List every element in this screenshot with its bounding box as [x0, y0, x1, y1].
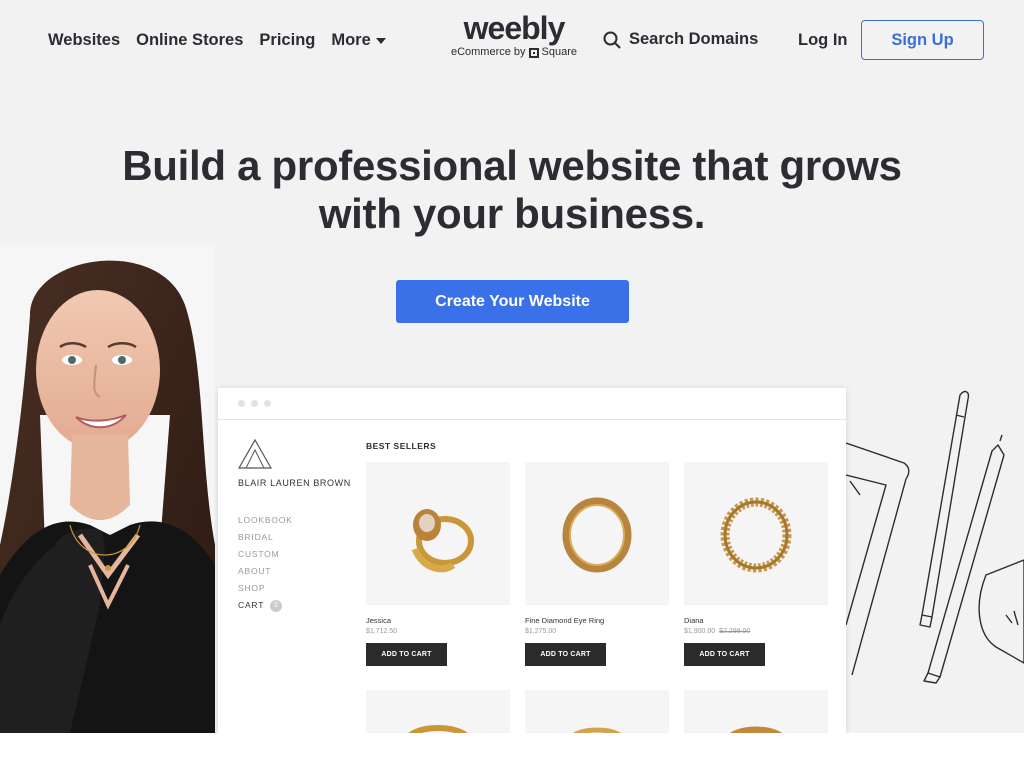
product-price-current: $1,900.00 [684, 628, 716, 635]
menu-cart-label[interactable]: CART [238, 597, 264, 614]
menu-item-shop[interactable]: SHOP [238, 580, 293, 597]
add-to-cart-button[interactable]: ADD TO CART [684, 643, 765, 666]
hero-title-line1: Build a professional website that grows [122, 142, 902, 189]
window-dots-icon [238, 400, 271, 407]
product-price-current: $1,712.50 [366, 628, 398, 635]
logo-subline: eCommerce by Square [449, 46, 579, 59]
product-image[interactable] [684, 462, 828, 605]
search-icon [603, 31, 621, 49]
product-price: $1,900.00 $2,299.00 [684, 628, 828, 635]
menu-custom-label[interactable]: CUSTOM [238, 546, 279, 563]
menu-item-bridal[interactable]: BRIDAL [238, 529, 293, 546]
gold-ring-icon [720, 497, 792, 572]
chevron-down-icon [375, 37, 386, 44]
product-price: $1,275.00 [525, 628, 669, 635]
menu-item-cart[interactable]: CART 2 [238, 597, 293, 614]
menu-lookbook-label[interactable]: LOOKBOOK [238, 512, 293, 529]
product-price-old: $2,299.00 [719, 628, 751, 635]
menu-shop-label[interactable]: SHOP [238, 580, 265, 597]
product-price-current: $1,275.00 [525, 628, 557, 635]
woman-portrait-image [0, 260, 215, 733]
search-domains-label[interactable]: Search Domains [629, 30, 758, 49]
gold-ring-icon [729, 726, 783, 733]
gold-ring-icon [573, 727, 621, 733]
logo-sub-suffix: Square [541, 46, 578, 58]
create-website-label[interactable]: Create Your Website [435, 293, 590, 311]
product-image[interactable] [684, 690, 828, 733]
logo-wordmark[interactable]: weebly [449, 10, 579, 46]
desk-illustration [846, 385, 1024, 733]
logo-sub-prefix: eCommerce by [450, 46, 526, 58]
nav-online-stores[interactable]: Online Stores [136, 31, 243, 50]
product-card[interactable]: Fine Diamond Eye Ring $1,275.00 ADD TO C… [525, 462, 669, 666]
menu-item-custom[interactable]: CUSTOM [238, 546, 293, 563]
store-mockup: BLAIR LAUREN BROWN LOOKBOOK BRIDAL CUSTO… [218, 388, 846, 733]
cart-count-badge: 2 [270, 599, 283, 612]
menu-item-about[interactable]: ABOUT [238, 563, 293, 580]
gold-ring-icon [408, 725, 468, 733]
hero-title: Build a professional website that grows … [0, 142, 1024, 238]
product-image[interactable] [366, 462, 510, 605]
login-link[interactable]: Log In [798, 31, 847, 50]
add-to-cart-label[interactable]: ADD TO CART [540, 651, 590, 658]
create-website-button[interactable]: Create Your Website [396, 280, 629, 323]
product-price: $1,712.50 [366, 628, 510, 635]
square-logo-icon [528, 47, 539, 58]
signup-button[interactable]: Sign Up [861, 20, 984, 60]
add-to-cart-label[interactable]: ADD TO CART [699, 651, 749, 658]
signup-label[interactable]: Sign Up [891, 31, 953, 50]
product-name[interactable]: Jessica [366, 616, 510, 625]
menu-about-label[interactable]: ABOUT [238, 563, 271, 580]
nav-pricing[interactable]: Pricing [259, 31, 315, 50]
nav-more[interactable]: More [331, 31, 386, 50]
add-to-cart-button[interactable]: ADD TO CART [525, 643, 606, 666]
pens-and-notebook-icon [846, 390, 1024, 684]
hero-title-line2: with your business. [318, 190, 706, 237]
add-to-cart-label[interactable]: ADD TO CART [381, 651, 431, 658]
product-card[interactable]: Diana $1,900.00 $2,299.00 ADD TO CART [684, 462, 828, 666]
browser-bar [218, 388, 846, 420]
menu-bridal-label[interactable]: BRIDAL [238, 529, 274, 546]
menu-item-lookbook[interactable]: LOOKBOOK [238, 512, 293, 529]
triangle-logo-icon [237, 438, 273, 469]
gold-ring-icon [411, 508, 474, 572]
product-image[interactable] [525, 690, 669, 733]
add-to-cart-button[interactable]: ADD TO CART [366, 643, 447, 666]
gold-ring-icon [562, 497, 632, 572]
portrait-photo [0, 245, 215, 733]
nav-websites[interactable]: Websites [48, 31, 120, 50]
main-nav: Websites Online Stores Pricing More [48, 31, 386, 50]
product-card[interactable]: Jessica $1,712.50 ADD TO CART [366, 462, 510, 666]
store-brand-name: BLAIR LAUREN BROWN [238, 478, 351, 488]
product-image[interactable] [366, 690, 510, 733]
product-name[interactable]: Fine Diamond Eye Ring [525, 616, 669, 625]
store-side-menu: LOOKBOOK BRIDAL CUSTOM ABOUT SHOP CART 2 [238, 512, 293, 614]
weebly-logo[interactable]: weebly eCommerce by Square [449, 10, 579, 59]
search-domains-button[interactable]: Search Domains [603, 30, 758, 49]
product-name[interactable]: Diana [684, 616, 828, 625]
best-sellers-heading: BEST SELLERS [366, 441, 437, 451]
page-bottom [0, 733, 1024, 768]
nav-more-label[interactable]: More [331, 31, 370, 50]
product-image[interactable] [525, 462, 669, 605]
